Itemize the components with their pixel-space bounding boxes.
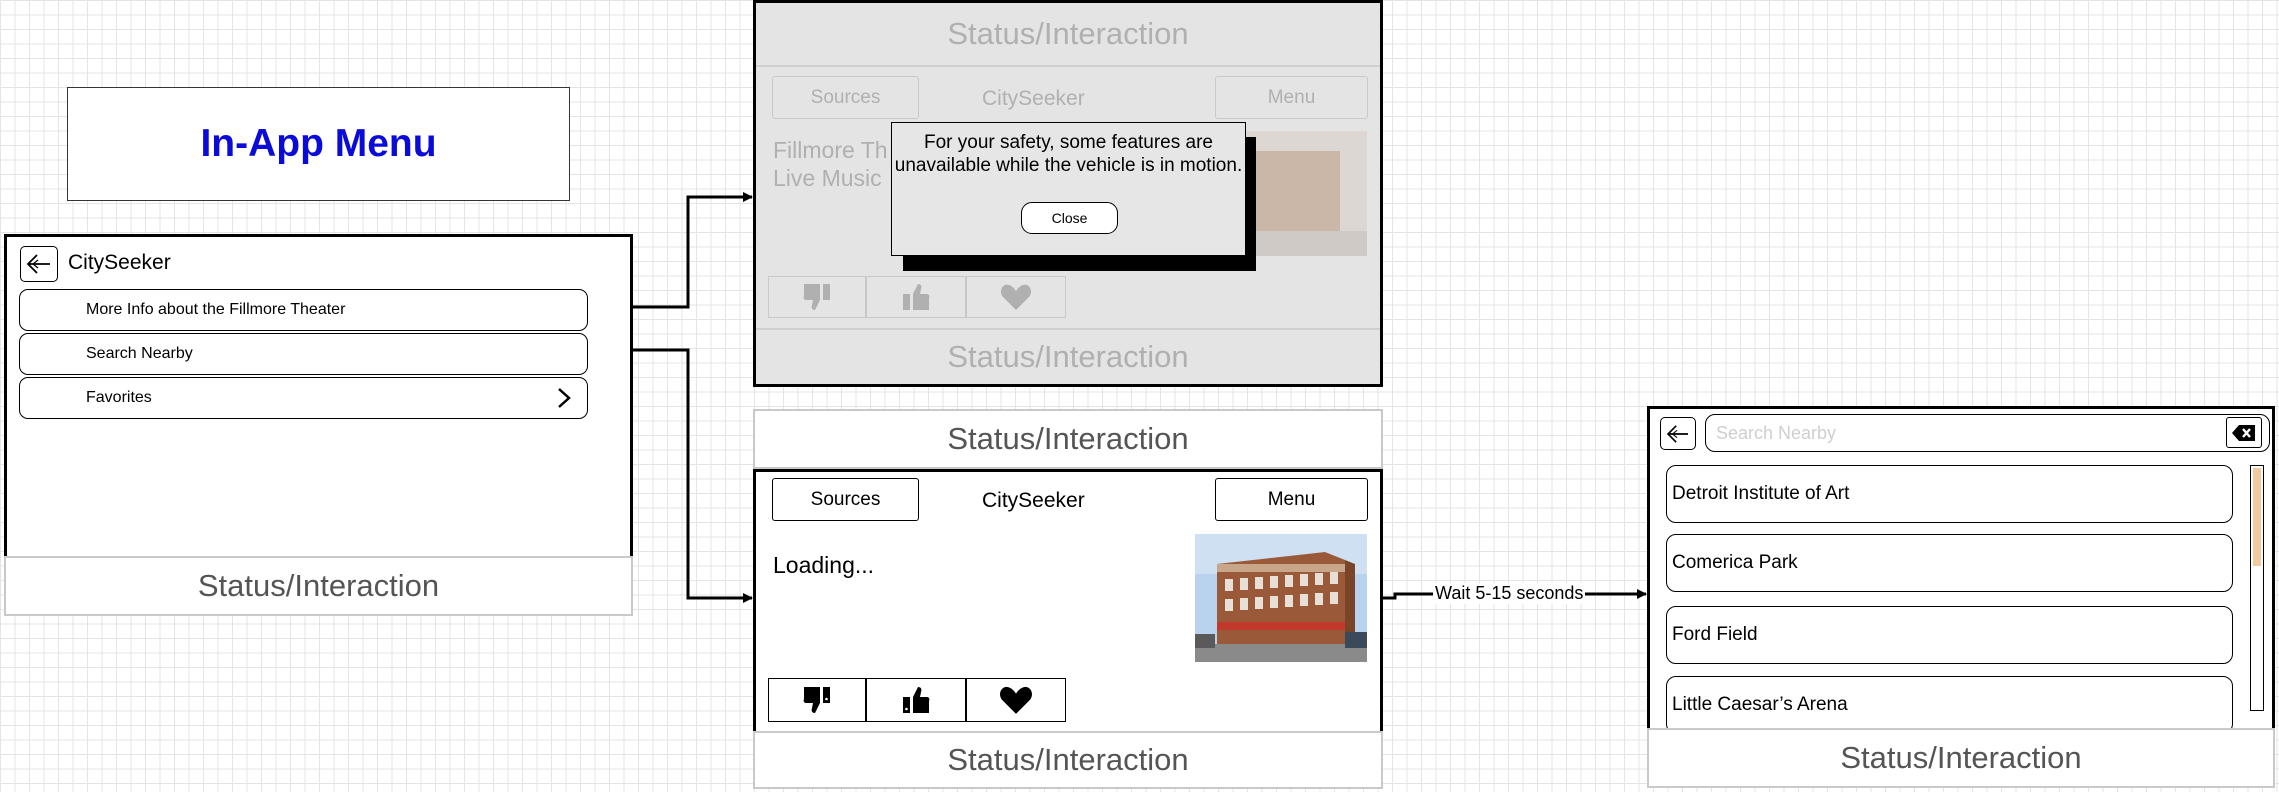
close-label: Close (1051, 210, 1088, 226)
menu-button[interactable]: Menu (1215, 478, 1368, 521)
menu-item-label: Favorites (86, 389, 152, 406)
result-item[interactable]: Ford Field (1666, 606, 2233, 664)
backspace-icon (2232, 424, 2255, 441)
status-text: Status/Interaction (947, 16, 1189, 51)
thumbs-down-button[interactable] (768, 276, 866, 318)
safety-popup: For your safety, some features are unava… (891, 122, 1246, 256)
popup-message: For your safety, some features are unava… (892, 131, 1245, 177)
thumbs-down-button[interactable] (768, 678, 866, 722)
thumbs-up-button[interactable] (866, 678, 966, 722)
status-bar: Status/Interaction (753, 731, 1383, 789)
result-label: Detroit Institute of Art (1672, 483, 1850, 504)
result-label: Little Caesar’s Arena (1672, 694, 1848, 715)
app-title: CitySeeker (982, 87, 1085, 110)
menu-item-search-nearby[interactable]: Search Nearby (19, 333, 588, 375)
menu-screen: CitySeeker More Info about the Fillmore … (4, 234, 633, 560)
venue-line: Fillmore Th (773, 137, 888, 163)
loading-screen: Sources CitySeeker Menu Loading... (753, 469, 1383, 731)
search-placeholder: Search Nearby (1716, 423, 1837, 443)
menu-label: Menu (1267, 86, 1316, 108)
status-bar: Status/Interaction (756, 3, 1380, 67)
status-bar: Status/Interaction (4, 556, 633, 616)
heart-icon (1000, 284, 1032, 310)
venue-name: Fillmore Th Live Music (773, 136, 888, 192)
status-text: Status/Interaction (1840, 740, 2082, 775)
venue-photo (1195, 534, 1367, 662)
menu-item-label: More Info about the Fillmore Theater (86, 301, 346, 318)
favorite-button[interactable] (966, 276, 1066, 318)
status-text: Status/Interaction (197, 568, 440, 603)
sources-button[interactable]: Sources (772, 76, 919, 119)
menu-button[interactable]: Menu (1215, 76, 1368, 119)
loading-text: Loading... (773, 552, 875, 578)
popup-message-line: For your safety, some features are (924, 132, 1213, 153)
title-box: In-App Menu (67, 87, 570, 201)
thumbs-down-icon (803, 687, 830, 713)
diagram-title: In-App Menu (200, 122, 437, 165)
status-bar: Status/Interaction (753, 409, 1383, 469)
status-text: Status/Interaction (947, 742, 1189, 777)
thumbs-up-icon (903, 687, 930, 713)
scrollbar-thumb[interactable] (2253, 468, 2261, 566)
search-nearby-screen: Search Nearby Detroit Institute of Art C… (1647, 406, 2275, 730)
back-arrow-icon (26, 254, 50, 274)
menu-item-label: Search Nearby (86, 345, 193, 362)
back-arrow-icon (1666, 424, 1688, 443)
favorite-button[interactable] (966, 678, 1066, 722)
result-item[interactable]: Detroit Institute of Art (1666, 465, 2233, 523)
heart-icon (1000, 686, 1032, 714)
status-text: Status/Interaction (947, 339, 1189, 374)
thumbs-up-button[interactable] (866, 276, 966, 318)
sources-label: Sources (810, 488, 881, 510)
result-item[interactable]: Little Caesar’s Arena (1666, 676, 2233, 730)
result-label: Comerica Park (1672, 552, 1798, 573)
building-photo-icon (1195, 534, 1367, 662)
result-item[interactable]: Comerica Park (1666, 534, 2233, 592)
status-bar: Status/Interaction (1647, 728, 2275, 788)
status-text: Status/Interaction (947, 421, 1189, 456)
wait-label: Wait 5-15 seconds (1433, 583, 1586, 604)
menu-item-favorites[interactable]: Favorites (19, 377, 588, 419)
back-button[interactable] (20, 246, 58, 282)
sources-label: Sources (810, 86, 881, 108)
menu-label: Menu (1267, 488, 1316, 510)
clear-search-button[interactable] (2226, 417, 2262, 448)
scrollbar[interactable] (2250, 465, 2264, 711)
app-title: CitySeeker (68, 251, 171, 274)
venue-line: Live Music (773, 165, 882, 191)
thumbs-down-icon (803, 284, 830, 310)
result-label: Ford Field (1672, 624, 1758, 645)
chevron-right-icon (558, 388, 571, 408)
sources-button[interactable]: Sources (772, 478, 919, 521)
thumbs-up-icon (903, 284, 930, 310)
menu-item-more-info[interactable]: More Info about the Fillmore Theater (19, 289, 588, 331)
popup-message-line: unavailable while the vehicle is in moti… (894, 155, 1243, 176)
search-input[interactable]: Search Nearby (1705, 414, 2270, 452)
close-button[interactable]: Close (1021, 202, 1118, 234)
app-title: CitySeeker (982, 489, 1085, 512)
status-bar: Status/Interaction (756, 328, 1380, 384)
back-button[interactable] (1660, 417, 1696, 450)
